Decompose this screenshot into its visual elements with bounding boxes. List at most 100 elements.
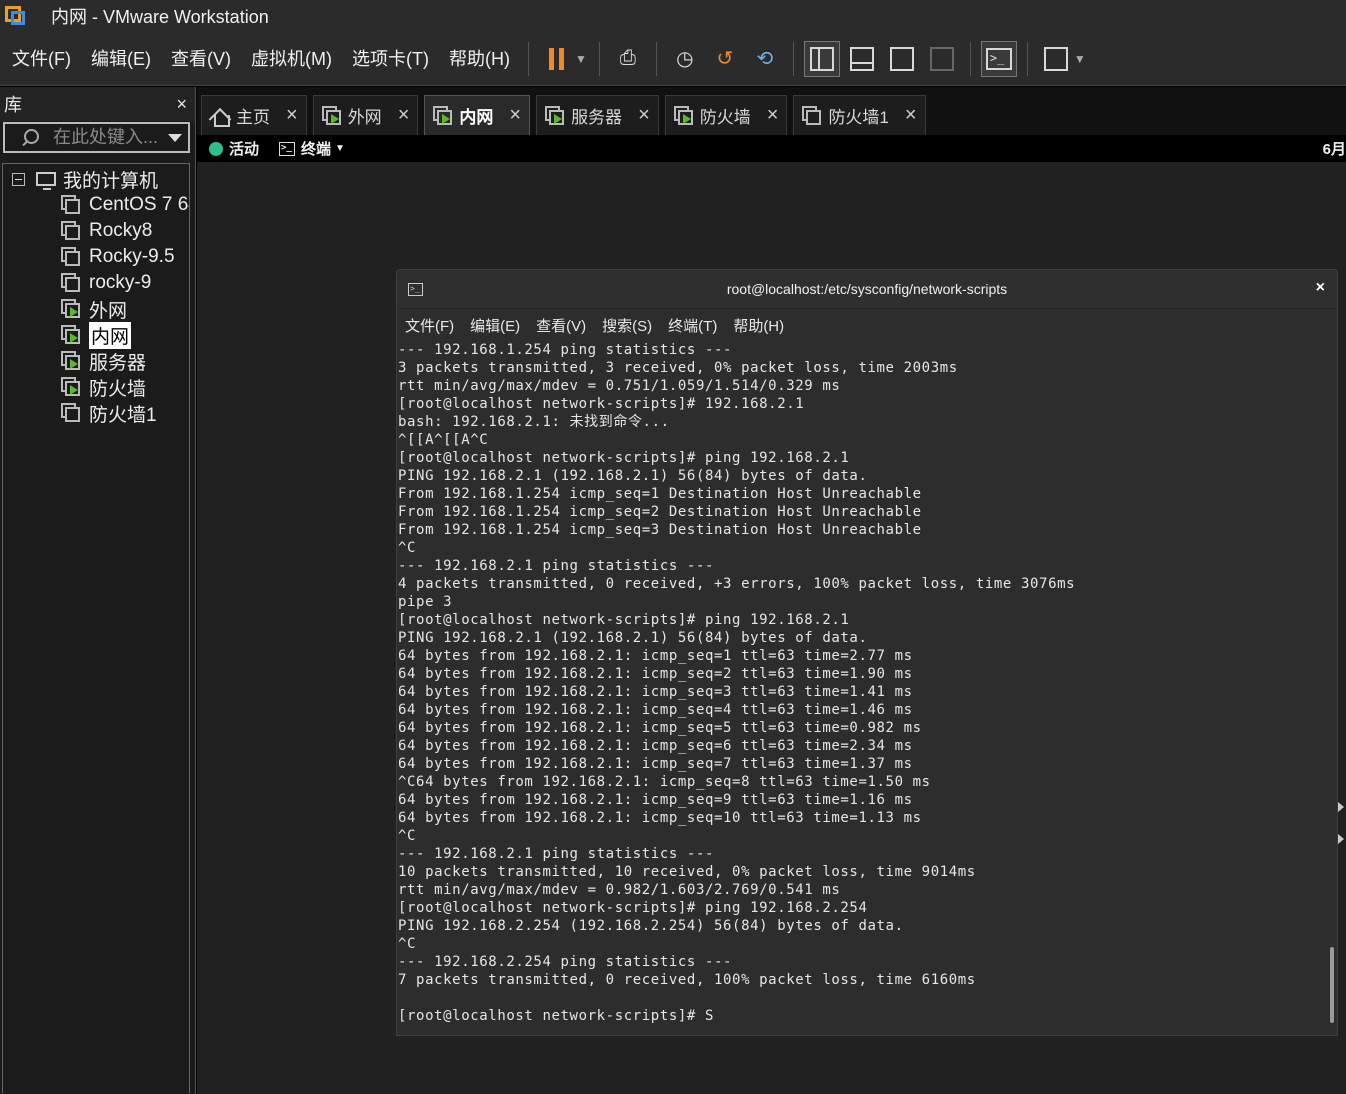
terminal-line: 3 packets transmitted, 3 received, 0% pa… bbox=[398, 360, 958, 376]
tree-item-vm[interactable]: Rocky8 bbox=[3, 218, 189, 244]
send-ctrl-alt-del-button[interactable]: ⎙ bbox=[610, 41, 646, 77]
toolbar-separator bbox=[969, 41, 971, 76]
show-library-button[interactable] bbox=[803, 40, 840, 77]
tree-item-vm[interactable]: CentOS 7 64 bbox=[3, 192, 189, 218]
thumbnail-bar-icon bbox=[849, 46, 874, 71]
vm-running-icon bbox=[321, 105, 342, 126]
terminal-line: rtt min/avg/max/mdev = 0.751/1.059/1.514… bbox=[398, 378, 841, 394]
tab-close-button[interactable]: × bbox=[638, 104, 650, 127]
menu-vm[interactable]: 虚拟机(M) bbox=[241, 32, 342, 86]
tree-item-vm[interactable]: Rocky-9.5 bbox=[3, 244, 189, 270]
library-panel: 库 × 我的计算机 CentOS 7 64 Rocky8 Rocky-9.5 r… bbox=[0, 87, 196, 1094]
tab-vm[interactable]: 外网 × bbox=[312, 95, 419, 135]
library-search-input[interactable] bbox=[53, 127, 168, 148]
revert-snapshot-button[interactable]: ↺ bbox=[707, 41, 743, 77]
tree-item-label: Rocky8 bbox=[89, 220, 153, 241]
tab-close-button[interactable]: × bbox=[509, 104, 521, 127]
terminal-line: 64 bytes from 192.168.2.1: icmp_seq=1 tt… bbox=[398, 648, 913, 664]
tree-item-vm-selected[interactable]: 内网 bbox=[3, 321, 189, 349]
terminal-line: --- 192.168.1.254 ping statistics --- bbox=[398, 342, 733, 358]
terminal-menu-help[interactable]: 帮助(H) bbox=[733, 315, 784, 336]
terminal-scrollbar-thumb[interactable] bbox=[1330, 947, 1334, 1023]
tab-close-button[interactable]: × bbox=[767, 104, 779, 127]
tree-item-label: 防火墙1 bbox=[89, 404, 157, 426]
terminal-window: >_ root@localhost:/etc/sysconfig/network… bbox=[396, 269, 1338, 1036]
tree-item-label: 防火墙 bbox=[89, 378, 147, 400]
snapshot-manager-icon: ⟲ bbox=[756, 48, 774, 70]
terminal-menu-edit[interactable]: 编辑(E) bbox=[470, 315, 520, 336]
terminal-line: ^C64 bytes from 192.168.2.1: icmp_seq=8 … bbox=[398, 774, 931, 790]
library-header: 库 × bbox=[0, 87, 195, 121]
show-thumbnail-bar-button[interactable] bbox=[844, 41, 880, 77]
vm-icon bbox=[61, 247, 81, 267]
take-snapshot-button[interactable]: ◷ bbox=[667, 41, 703, 77]
tab-close-button[interactable]: × bbox=[398, 104, 410, 127]
tab-label: 内网 bbox=[459, 108, 494, 127]
tree-item-label: 内网 bbox=[89, 321, 132, 349]
collapse-icon[interactable] bbox=[12, 172, 25, 186]
app-menu-terminal[interactable]: >_ 终端 ▼ bbox=[279, 138, 345, 159]
full-screen-button[interactable] bbox=[884, 41, 920, 77]
tab-vm-active[interactable]: 内网 × bbox=[424, 95, 531, 135]
tab-vm[interactable]: 服务器 × bbox=[536, 95, 659, 135]
power-dropdown-icon[interactable]: ▼ bbox=[575, 52, 587, 66]
unity-icon bbox=[929, 46, 954, 71]
tree-root-my-computer[interactable]: 我的计算机 bbox=[3, 166, 189, 192]
terminal-menu-search[interactable]: 搜索(S) bbox=[602, 315, 652, 336]
tab-vm[interactable]: 防火墙 × bbox=[664, 95, 788, 135]
stretch-icon bbox=[1043, 46, 1068, 71]
pause-button[interactable] bbox=[539, 41, 575, 77]
unity-button[interactable] bbox=[924, 41, 960, 77]
tab-close-button[interactable]: × bbox=[905, 104, 917, 127]
search-dropdown-icon[interactable] bbox=[168, 133, 182, 142]
tree-item-vm[interactable]: 防火墙1 bbox=[3, 400, 189, 426]
menu-file[interactable]: 文件(F) bbox=[0, 32, 81, 86]
terminal-menu-file[interactable]: 文件(F) bbox=[405, 315, 454, 336]
terminal-line: 64 bytes from 192.168.2.1: icmp_seq=4 tt… bbox=[398, 702, 913, 718]
terminal-line: From 192.168.1.254 icmp_seq=3 Destinatio… bbox=[398, 522, 922, 538]
guest-clock[interactable]: 6月 bbox=[1323, 138, 1346, 159]
library-close-button[interactable]: × bbox=[176, 94, 187, 115]
tree-item-vm[interactable]: rocky-9 bbox=[3, 270, 189, 296]
terminal-line: pipe 3 bbox=[398, 594, 453, 610]
pause-icon bbox=[549, 47, 565, 70]
terminal-output[interactable]: --- 192.168.1.254 ping statistics --- 3 p… bbox=[397, 341, 1327, 1027]
stretch-guest-button[interactable] bbox=[1038, 41, 1074, 77]
library-search-box[interactable] bbox=[3, 122, 190, 153]
tab-close-button[interactable]: × bbox=[286, 104, 298, 127]
terminal-line: --- 192.168.2.1 ping statistics --- bbox=[398, 558, 715, 574]
menu-help[interactable]: 帮助(H) bbox=[439, 32, 520, 86]
menu-view[interactable]: 查看(V) bbox=[161, 32, 241, 86]
console-view-button[interactable]: >_ bbox=[980, 40, 1017, 77]
tab-home[interactable]: 主页 × bbox=[201, 95, 307, 135]
vm-running-icon bbox=[61, 377, 81, 397]
tree-item-vm[interactable]: 服务器 bbox=[3, 348, 189, 374]
terminal-lines: --- 192.168.1.254 ping statistics --- 3 p… bbox=[397, 341, 1327, 1025]
menu-tabs[interactable]: 选项卡(T) bbox=[342, 32, 439, 86]
activities-button[interactable]: 活动 bbox=[209, 138, 259, 159]
tree-item-vm[interactable]: 外网 bbox=[3, 296, 189, 322]
terminal-menu-view[interactable]: 查看(V) bbox=[536, 315, 586, 336]
terminal-titlebar[interactable]: >_ root@localhost:/etc/sysconfig/network… bbox=[397, 270, 1337, 309]
tree-item-vm[interactable]: 防火墙 bbox=[3, 374, 189, 400]
terminal-close-button[interactable]: × bbox=[1316, 279, 1325, 297]
terminal-line: [root@localhost network-scripts]# S bbox=[398, 1008, 715, 1024]
tab-vm[interactable]: 防火墙1 × bbox=[793, 95, 926, 135]
terminal-line: 64 bytes from 192.168.2.1: icmp_seq=5 tt… bbox=[398, 720, 922, 736]
revert-snapshot-icon: ↺ bbox=[716, 48, 734, 70]
terminal-scrollbar[interactable] bbox=[1327, 341, 1335, 1027]
snapshot-manager-button[interactable]: ⟲ bbox=[747, 41, 783, 77]
terminal-line: 64 bytes from 192.168.2.1: icmp_seq=3 tt… bbox=[398, 684, 913, 700]
terminal-line: 7 packets transmitted, 0 received, 100% … bbox=[398, 972, 976, 988]
tab-label: 外网 bbox=[347, 108, 382, 127]
terminal-line: ^C bbox=[398, 828, 417, 844]
menu-edit[interactable]: 编辑(E) bbox=[81, 32, 161, 86]
terminal-line: PING 192.168.2.1 (192.168.2.1) 56(84) by… bbox=[398, 468, 868, 484]
vm-icon bbox=[61, 221, 81, 241]
terminal-menu-terminal[interactable]: 终端(T) bbox=[668, 315, 717, 336]
terminal-line: rtt min/avg/max/mdev = 0.982/1.603/2.769… bbox=[398, 882, 841, 898]
terminal-line: 64 bytes from 192.168.2.1: icmp_seq=2 tt… bbox=[398, 666, 913, 682]
full-screen-icon bbox=[889, 46, 914, 71]
stretch-dropdown-icon[interactable]: ▼ bbox=[1074, 52, 1086, 66]
